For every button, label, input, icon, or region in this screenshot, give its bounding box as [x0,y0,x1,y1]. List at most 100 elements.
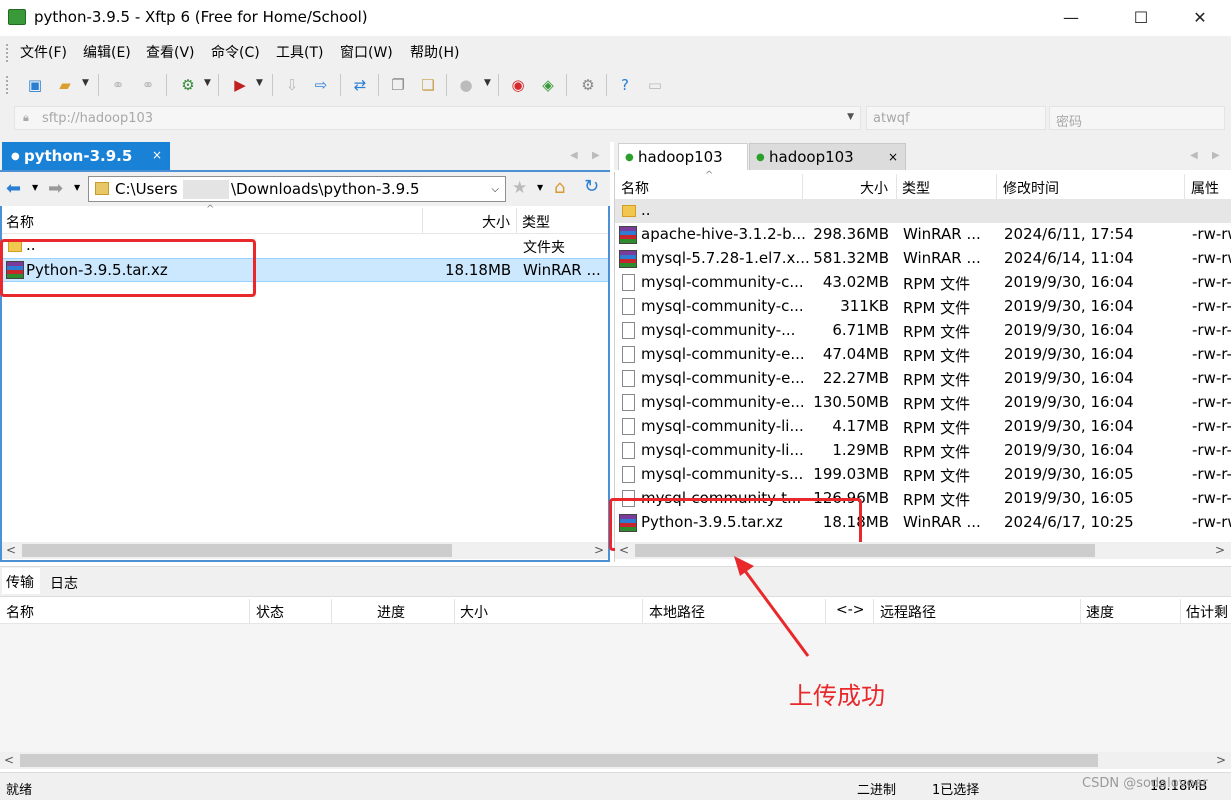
chevron-down-icon[interactable]: ▼ [847,112,854,122]
disconnect-icon[interactable]: ⚭ [138,76,158,94]
col-type[interactable]: 类型 [902,178,930,198]
refresh-icon[interactable]: ↻ [584,176,599,197]
stop-icon[interactable]: ● [456,76,476,94]
chevron-down-icon[interactable]: ▼ [484,78,491,88]
chevron-down-icon[interactable]: ▼ [82,78,89,88]
local-horizontal-scrollbar[interactable]: < > [2,542,608,559]
scroll-right-icon[interactable]: > [1215,543,1225,557]
password-input[interactable]: 密码 [1049,106,1225,130]
menu-edit[interactable]: 编辑(E) [83,42,131,62]
remote-file-row[interactable]: mysql-community-e... 22.27MB RPM 文件 2019/9/… [615,367,1231,391]
tab-close-icon[interactable]: × [152,148,162,162]
chevron-down-icon[interactable]: ▼ [537,183,543,192]
xshell-icon[interactable]: ◉ [508,76,528,94]
sync-icon[interactable]: ⇄ [350,76,370,94]
col-size[interactable]: 大小 [460,602,488,622]
col-modified[interactable]: 修改时间 [1003,178,1059,198]
close-button[interactable]: ✕ [1177,0,1223,34]
column-separator [249,599,250,623]
remote-file-row[interactable]: mysql-community-c... 311KB RPM 文件 2019/9/30… [615,295,1231,319]
favorite-star-icon[interactable]: ★ [512,178,527,198]
username-input[interactable]: atwqf [866,106,1046,130]
local-path-input[interactable]: C:\Users \Downloads\python-3.9.5 ⌵ [88,176,506,202]
col-name[interactable]: 名称 [621,178,649,198]
remote-file-row[interactable]: mysql-community-e... 47.04MB RPM 文件 2019/9/… [615,343,1231,367]
col-remote-path[interactable]: 远程路径 [880,602,936,622]
transfer-mode[interactable]: 二进制 [857,779,896,798]
tab-scroll-left-icon[interactable]: ◀ [570,150,578,161]
menu-view[interactable]: 查看(V) [146,42,195,62]
scroll-right-icon[interactable]: > [1216,753,1226,767]
col-direction[interactable]: <-> [836,602,865,618]
remote-file-row[interactable]: mysql-community-s... 199.03MB RPM 文件 2019/9… [615,463,1231,487]
tab-remote-hadoop103-2[interactable]: ● hadoop103 × [749,143,906,170]
scroll-thumb[interactable] [20,754,1098,767]
col-local-path[interactable]: 本地路径 [649,602,705,622]
menu-tools[interactable]: 工具(T) [276,42,323,62]
tab-transfer[interactable]: 传输 [2,568,40,594]
col-size[interactable]: 大小 [482,212,510,232]
menu-help[interactable]: 帮助(H) [410,42,459,62]
tab-log[interactable]: 日志 [50,573,78,593]
options-gear-icon[interactable]: ⚙ [578,76,598,94]
new-session-icon[interactable]: ▣ [25,76,45,94]
col-name[interactable]: 名称 [6,212,34,232]
file-icon [622,418,635,435]
scroll-thumb[interactable] [635,544,1095,557]
col-speed[interactable]: 速度 [1086,602,1114,622]
minimize-button[interactable]: — [1048,0,1094,34]
scroll-right-icon[interactable]: > [594,543,604,557]
chevron-down-icon[interactable]: ▼ [256,78,263,88]
copy-icon[interactable]: ❐ [388,76,408,94]
open-folder-icon[interactable]: ▰ [55,76,75,94]
paste-icon[interactable]: ❏ [418,76,438,94]
menu-command[interactable]: 命令(C) [211,42,260,62]
transfer-horizontal-scrollbar[interactable]: < > [0,752,1231,769]
chevron-down-icon[interactable]: ▼ [204,78,211,88]
remote-file-row[interactable]: mysql-community-e... 130.50MB RPM 文件 2019/9… [615,391,1231,415]
host-address-input[interactable]: 🔒︎ sftp://hadoop103 ▼ [14,106,861,130]
col-eta[interactable]: 估计剩 [1186,602,1231,622]
col-type[interactable]: 类型 [522,212,550,232]
chevron-down-icon[interactable]: ⌵ [491,184,499,195]
remote-horizontal-scrollbar[interactable]: < > [615,542,1231,559]
scroll-left-icon[interactable]: < [4,753,14,767]
tab-scroll-right-icon[interactable]: ▶ [1212,150,1220,161]
col-size[interactable]: 大小 [860,178,888,198]
chat-icon[interactable]: ▭ [645,76,665,94]
download-icon[interactable]: ⇩ [282,76,302,94]
remote-file-row[interactable]: mysql-community-li... 4.17MB RPM 文件 2019/9/… [615,415,1231,439]
upload-icon[interactable]: ⇨ [311,76,331,94]
forward-icon[interactable]: ➡ [48,178,63,199]
remote-file-row[interactable]: apache-hive-3.1.2-b... 298.36MB WinRAR ...… [615,223,1231,247]
tab-local-python[interactable]: ● python-3.9.5 × [2,142,170,170]
remote-file-row[interactable]: .. [615,199,1231,223]
scroll-left-icon[interactable]: < [6,543,16,557]
col-attributes[interactable]: 属性 [1191,178,1219,198]
col-progress[interactable]: 进度 [377,602,405,622]
chevron-down-icon[interactable]: ▼ [74,183,80,192]
remote-file-row[interactable]: mysql-community-... 6.71MB RPM 文件 2019/9/30… [615,319,1231,343]
menu-window[interactable]: 窗口(W) [340,42,393,62]
col-name[interactable]: 名称 [6,602,34,622]
tab-close-icon[interactable]: × [888,150,898,164]
tab-remote-hadoop103-1[interactable]: ● hadoop103 [618,143,748,170]
connect-icon[interactable]: ⚭ [108,76,128,94]
scroll-left-icon[interactable]: < [619,543,629,557]
help-icon[interactable]: ? [615,76,635,94]
session-settings-icon[interactable]: ⚙ [178,76,198,94]
scroll-thumb[interactable] [22,544,452,557]
back-icon[interactable]: ⬅ [6,178,21,199]
remote-file-row[interactable]: mysql-community-c... 43.02MB RPM 文件 2019/9/… [615,271,1231,295]
tab-scroll-left-icon[interactable]: ◀ [1190,150,1198,161]
remote-file-row[interactable]: mysql-5.7.28-1.el7.x... 581.32MB WinRAR ..… [615,247,1231,271]
home-icon[interactable]: ⌂ [554,177,565,198]
xftp-icon[interactable]: ◈ [538,76,558,94]
terminal-icon[interactable]: ▶ [230,76,250,94]
maximize-button[interactable]: ☐ [1118,0,1164,34]
col-status[interactable]: 状态 [256,602,284,622]
chevron-down-icon[interactable]: ▼ [32,183,38,192]
menu-file[interactable]: 文件(F) [20,42,67,62]
remote-file-row[interactable]: mysql-community-li... 1.29MB RPM 文件 2019/9/… [615,439,1231,463]
tab-scroll-right-icon[interactable]: ▶ [592,150,600,161]
